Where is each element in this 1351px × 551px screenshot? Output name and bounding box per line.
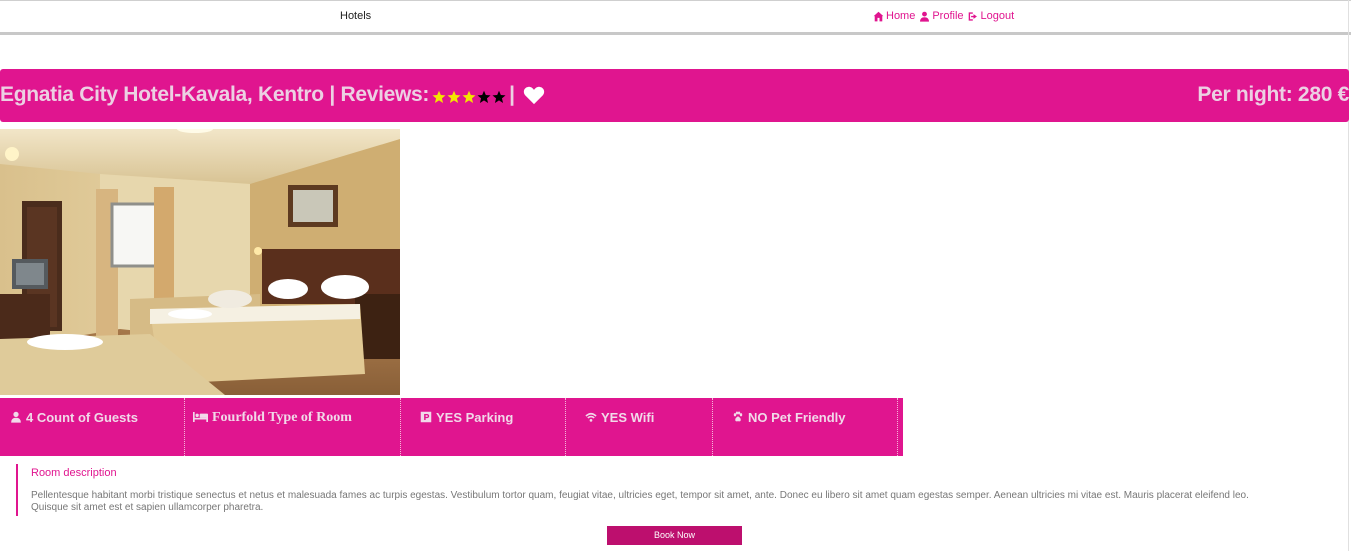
- feature-parking-label: YES Parking: [436, 410, 514, 425]
- hotel-title: Egnatia City Hotel-Kavala, Kentro | Revi…: [0, 83, 545, 107]
- feature-guests-label: 4 Count of Guests: [26, 410, 138, 425]
- rating-stars: [432, 90, 507, 104]
- heart-icon[interactable]: [523, 85, 545, 105]
- user-icon: [11, 411, 21, 423]
- nav-home-label: Home: [886, 10, 916, 22]
- feature-guests: 4 Count of Guests: [10, 398, 185, 456]
- hotel-name: Egnatia City Hotel-Kavala, Kentro | Revi…: [0, 83, 430, 106]
- room-description: Room description Pellentesque habitant m…: [16, 464, 1266, 516]
- price-per-night: Per night: 280 €: [1197, 83, 1349, 106]
- feature-wifi: YES Wifi: [585, 398, 713, 456]
- nav-home-link[interactable]: Home: [873, 10, 915, 22]
- logout-icon: [968, 11, 977, 21]
- star-filled-icon: [462, 90, 476, 103]
- feature-room-type: Fourfold Type of Room: [193, 398, 401, 456]
- star-filled-icon: [432, 90, 446, 103]
- top-navbar: Hotels Home Profile Logout: [0, 0, 1351, 35]
- room-photo: [0, 129, 400, 395]
- paw-icon: [733, 411, 743, 422]
- star-filled-icon: [447, 90, 461, 103]
- star-empty-icon: [477, 90, 491, 103]
- feature-room-type-label: Fourfold Type of Room: [212, 410, 352, 425]
- feature-pet-friendly-label: NO Pet Friendly: [748, 410, 846, 425]
- hotel-title-bar: Egnatia City Hotel-Kavala, Kentro | Revi…: [0, 69, 1349, 122]
- title-separator: |: [509, 83, 515, 106]
- star-empty-icon: [492, 90, 506, 103]
- room-description-heading: Room description: [31, 467, 117, 479]
- nav-links: Home Profile Logout: [873, 10, 1014, 22]
- home-icon: [873, 11, 884, 21]
- nav-logout-label: Logout: [980, 10, 1015, 22]
- brand-link[interactable]: Hotels: [340, 10, 371, 22]
- room-description-text: Pellentesque habitant morbi tristique se…: [31, 490, 1249, 513]
- room-features-bar: 4 Count of Guests Fourfold Type of Room …: [0, 398, 903, 456]
- nav-logout-link[interactable]: Logout: [968, 10, 1015, 22]
- feature-pet-friendly: NO Pet Friendly: [732, 398, 898, 456]
- nav-profile-link[interactable]: Profile: [919, 10, 964, 22]
- parking-icon: [420, 411, 432, 423]
- user-icon: [920, 11, 930, 22]
- wifi-icon: [585, 412, 597, 422]
- feature-parking: YES Parking: [420, 398, 566, 456]
- nav-profile-label: Profile: [932, 10, 964, 22]
- book-now-button[interactable]: Book Now: [607, 526, 742, 545]
- feature-wifi-label: YES Wifi: [601, 410, 655, 425]
- bed-icon: [193, 412, 208, 422]
